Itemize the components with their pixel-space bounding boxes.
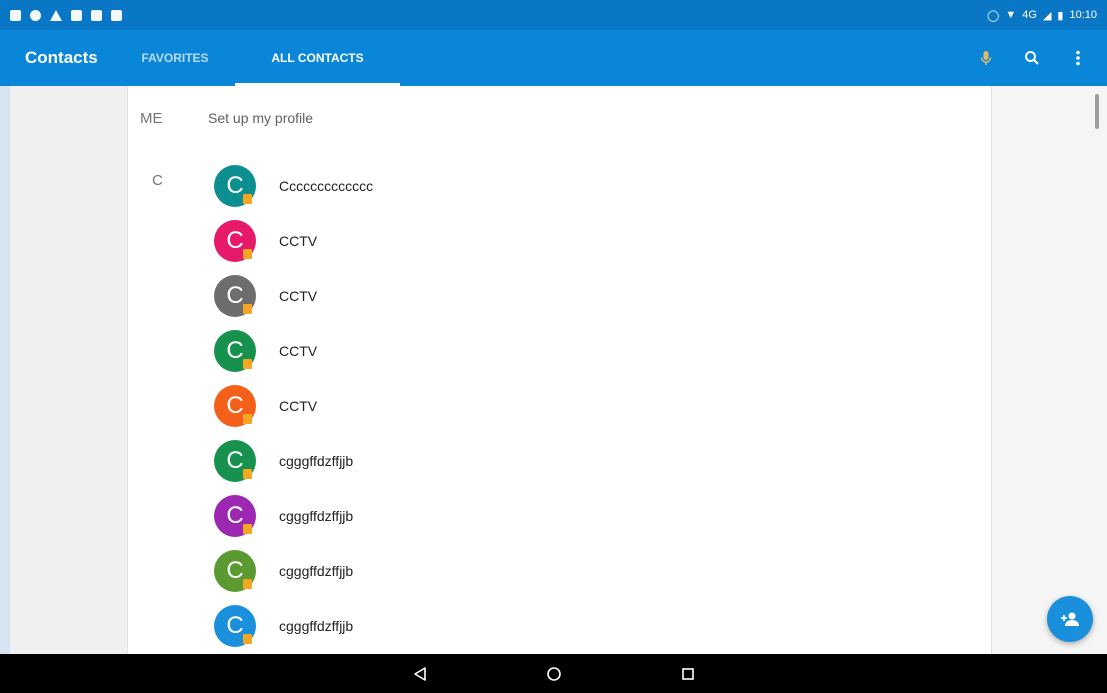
avatar-initial: C xyxy=(226,336,244,364)
warning-icon xyxy=(50,9,62,21)
contact-name: cgggffdzffjjb xyxy=(279,617,354,634)
back-icon[interactable] xyxy=(405,659,435,689)
message-icon xyxy=(91,9,102,21)
contact-row[interactable]: C CCTV xyxy=(214,268,914,323)
contact-row[interactable]: C CCTV xyxy=(214,378,914,433)
contact-name: CCTV xyxy=(279,342,318,359)
home-icon[interactable] xyxy=(539,659,569,689)
left-gutter xyxy=(0,86,128,654)
contact-list: C Ccccccccccccc C CCTV C CCTV C CCTV C CCTV Ccgggf… xyxy=(214,158,914,653)
headset-icon: ◯ xyxy=(987,9,1000,22)
section-header: C xyxy=(152,172,163,189)
avatar-initial: C xyxy=(226,611,244,639)
setup-profile-text: Set up my profile xyxy=(208,110,314,126)
contact-row[interactable]: C CCTV xyxy=(214,213,914,268)
avatar-initial: C xyxy=(226,226,244,254)
tab-all-contacts[interactable]: ALL CONTACTS xyxy=(235,30,400,86)
avatar-initial: C xyxy=(226,391,244,419)
sim-badge-icon xyxy=(243,468,252,479)
scrollbar[interactable] xyxy=(1095,94,1099,129)
wifi-icon: ▼ xyxy=(1005,9,1017,21)
contact-name: CCTV xyxy=(279,397,318,414)
sim-badge-icon xyxy=(243,633,252,644)
contact-row[interactable]: C Ccccccccccccc xyxy=(214,158,914,213)
app-title: Contacts xyxy=(25,48,98,67)
contact-row[interactable]: Ccgggffdzffjjb xyxy=(214,488,914,543)
sim-badge-icon xyxy=(243,578,252,589)
contact-row[interactable]: C CCTV xyxy=(214,323,914,378)
sim-badge-icon xyxy=(243,413,252,424)
contact-row[interactable]: Ccgggffdzffjjb xyxy=(214,598,914,653)
sim-badge-icon xyxy=(243,358,252,369)
tab-favorites[interactable]: FAVORITES xyxy=(130,30,220,86)
contact-name: CCTV xyxy=(279,287,318,304)
avatar-initial: C xyxy=(226,556,244,584)
contact-name: cgggffdzffjjb xyxy=(279,562,354,579)
signal-icon: ◢ xyxy=(1042,9,1052,22)
contact-avatar: C xyxy=(214,219,256,262)
sim-badge-icon xyxy=(243,248,252,259)
add-contact-button[interactable] xyxy=(1047,596,1093,642)
add-contact-icon xyxy=(1061,612,1079,626)
network-label: 4G xyxy=(1022,9,1037,21)
contact-name: CCTV xyxy=(279,232,318,249)
sim-badge-icon xyxy=(243,193,252,204)
app-bar: Contacts FAVORITES ALL CONTACTS xyxy=(0,30,1107,86)
contact-avatar: C xyxy=(214,549,256,592)
notification-icon xyxy=(30,9,41,21)
contact-avatar: C xyxy=(214,604,256,647)
notification-icon xyxy=(10,9,21,21)
contact-name: Ccccccccccccc xyxy=(279,177,374,194)
contact-avatar: C xyxy=(214,274,256,317)
notification-icons xyxy=(10,9,122,21)
sim-badge-icon xyxy=(243,303,252,314)
contact-avatar: C xyxy=(214,384,256,427)
avatar-initial: C xyxy=(226,501,244,529)
status-time: 10:10 xyxy=(1069,9,1097,21)
status-bar: ◯ ▼ 4G ◢ ▮ 10:10 xyxy=(0,0,1107,30)
avatar-initial: C xyxy=(226,171,244,199)
notification-icon xyxy=(111,9,122,21)
contact-avatar: C xyxy=(214,439,256,482)
right-gutter xyxy=(991,86,1107,654)
search-icon[interactable] xyxy=(1023,49,1041,67)
contact-row[interactable]: Ccgggffdzffjjb xyxy=(214,433,914,488)
me-label: ME xyxy=(140,109,163,127)
sim-badge-icon xyxy=(243,523,252,534)
contact-name: cgggffdzffjjb xyxy=(279,452,354,469)
avatar-initial: C xyxy=(226,281,244,309)
recents-icon[interactable] xyxy=(673,659,703,689)
contact-row[interactable]: Ccgggffdzffjjb xyxy=(214,543,914,598)
contact-avatar: C xyxy=(214,164,256,207)
contact-avatar: C xyxy=(214,329,256,372)
more-vert-icon[interactable] xyxy=(1069,49,1087,67)
my-profile-row[interactable]: ME Set up my profile xyxy=(128,100,313,136)
contact-list-panel[interactable]: ME Set up my profile C C Ccccccccccccc C CC… xyxy=(128,86,991,654)
avatar-initial: C xyxy=(226,446,244,474)
navigation-bar xyxy=(0,654,1107,693)
mic-icon[interactable] xyxy=(977,49,995,67)
contact-name: cgggffdzffjjb xyxy=(279,507,354,524)
notification-icon xyxy=(71,9,82,21)
contact-avatar: C xyxy=(214,494,256,537)
status-indicators: ◯ ▼ 4G ◢ ▮ 10:10 xyxy=(987,9,1097,22)
battery-icon: ▮ xyxy=(1057,9,1064,22)
